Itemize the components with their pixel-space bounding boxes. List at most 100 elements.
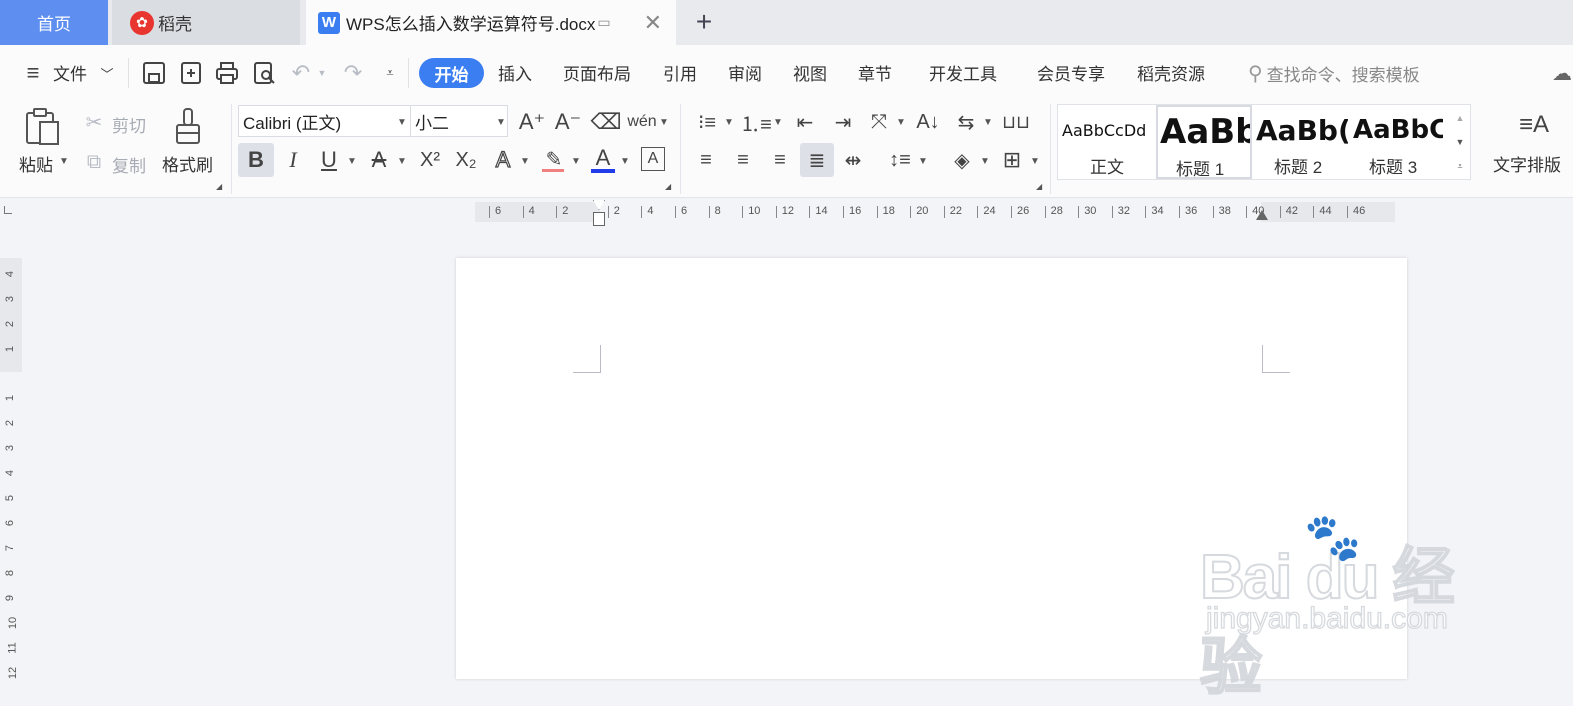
- font-color-dropdown-icon[interactable]: ▼: [620, 156, 630, 167]
- tab-review[interactable]: 审阅: [728, 60, 762, 85]
- pinyin-guide-icon[interactable]: wén: [627, 108, 657, 136]
- tab-daoke[interactable]: ✿ 稻壳: [112, 0, 300, 45]
- font-launcher-icon[interactable]: ◢: [665, 182, 671, 191]
- clear-formatting-icon[interactable]: ⌫: [590, 108, 621, 136]
- distribute-icon[interactable]: ⇹: [840, 145, 866, 175]
- paste-button[interactable]: 粘贴: [19, 151, 53, 176]
- style-heading-1[interactable]: AaBb 标题 1: [1156, 105, 1252, 179]
- italic-icon[interactable]: I: [280, 145, 306, 175]
- clipboard-launcher-icon[interactable]: ◢: [216, 182, 222, 191]
- align-center-icon[interactable]: ≡: [730, 145, 756, 175]
- shading-icon[interactable]: ◈: [948, 145, 976, 175]
- save-icon[interactable]: [141, 60, 167, 86]
- redo-icon[interactable]: ↷: [340, 60, 366, 86]
- copy-button[interactable]: 复制: [112, 152, 146, 177]
- tab-start[interactable]: 开始: [419, 58, 484, 88]
- copy-icon[interactable]: ⧉: [82, 150, 106, 174]
- vertical-ruler[interactable]: 4 3 2 1 1 2 3 4 5 6 7 8 9 10 11 12: [0, 258, 24, 679]
- right-indent-marker[interactable]: [1256, 210, 1268, 220]
- gallery-scroll-up-icon[interactable]: ▲: [1451, 107, 1469, 129]
- text-direction-icon[interactable]: ⤧: [865, 108, 893, 136]
- tab-page-layout[interactable]: 页面布局: [563, 60, 631, 85]
- line-spacing-icon[interactable]: ↕≡: [887, 145, 913, 175]
- increase-indent-icon[interactable]: ⇥: [829, 108, 857, 136]
- highlight-dropdown-icon[interactable]: ▼: [571, 156, 581, 167]
- hamburger-menu-icon[interactable]: ≡: [20, 60, 46, 86]
- bold-icon[interactable]: B: [238, 143, 274, 177]
- tab-chapter[interactable]: 章节: [858, 60, 892, 85]
- strikethrough-dropdown-icon[interactable]: ▼: [397, 156, 407, 167]
- format-painter-button[interactable]: 格式刷: [162, 151, 213, 176]
- chevron-down-icon[interactable]: ﹀: [98, 62, 116, 84]
- style-normal[interactable]: AaBbCcDd 正文: [1058, 105, 1155, 179]
- ruler-tick-label: 16: [849, 205, 862, 217]
- font-name-select[interactable]: Calibri (正文): [238, 105, 411, 137]
- tab-daoke-resources[interactable]: 稻壳资源: [1137, 60, 1205, 85]
- cut-button[interactable]: 剪切: [112, 112, 146, 137]
- tab-view[interactable]: 视图: [793, 60, 827, 85]
- export-pdf-icon[interactable]: [178, 60, 204, 86]
- show-paragraph-marks-icon[interactable]: ⇆: [952, 108, 980, 136]
- superscript-icon[interactable]: X²: [416, 145, 444, 175]
- font-name-dropdown-icon[interactable]: ▼: [397, 117, 407, 128]
- underline-dropdown-icon[interactable]: ▼: [347, 156, 357, 167]
- underline-icon[interactable]: U: [316, 145, 342, 175]
- tab-developer-tools[interactable]: 开发工具: [929, 60, 997, 85]
- text-effect-icon[interactable]: A: [490, 145, 516, 175]
- tab-home[interactable]: 首页: [0, 0, 108, 45]
- bullet-list-icon[interactable]: ⁝≡: [693, 108, 721, 136]
- align-right-icon[interactable]: ≡: [767, 145, 793, 175]
- tab-selector[interactable]: [4, 206, 12, 214]
- numbered-list-dropdown-icon[interactable]: ▼: [773, 117, 783, 128]
- horizontal-ruler[interactable]: 6 4 2 2 4 6 8 10 12 14 16 18 20 22 24 26 28 30 32 34 36 38 40 4…: [475, 200, 1395, 226]
- paste-dropdown-icon[interactable]: ▼: [59, 156, 69, 167]
- hanging-indent-marker[interactable]: [593, 212, 605, 226]
- text-direction-dropdown-icon[interactable]: ▼: [896, 117, 906, 128]
- new-tab-button[interactable]: +: [688, 6, 720, 38]
- cloud-icon[interactable]: ☁: [1552, 60, 1573, 86]
- tab-member[interactable]: 会员专享: [1037, 60, 1105, 85]
- gallery-scroll-down-icon[interactable]: ▼: [1451, 131, 1469, 153]
- character-border-icon[interactable]: A: [641, 147, 665, 171]
- increase-font-size-icon[interactable]: A⁺: [518, 108, 546, 136]
- scissors-icon[interactable]: ✂: [82, 110, 106, 134]
- print-preview-icon[interactable]: [251, 60, 277, 86]
- paste-icon[interactable]: [24, 106, 62, 146]
- borders-icon[interactable]: ⊞: [998, 145, 1026, 175]
- borders-dropdown-icon[interactable]: ▼: [1030, 156, 1040, 167]
- tab-insert[interactable]: 插入: [498, 60, 532, 85]
- tab-stops-icon[interactable]: ⊔⊔: [1001, 108, 1031, 136]
- print-icon[interactable]: [214, 60, 240, 86]
- style-heading-2[interactable]: AaBb( 标题 2: [1254, 105, 1350, 179]
- text-effect-dropdown-icon[interactable]: ▼: [520, 156, 530, 167]
- customize-toolbar-icon[interactable]: ⩡: [380, 62, 400, 84]
- monitor-icon[interactable]: ▭: [597, 14, 610, 31]
- shading-dropdown-icon[interactable]: ▼: [980, 156, 990, 167]
- format-painter-icon[interactable]: [172, 106, 206, 146]
- strikethrough-icon[interactable]: A: [366, 145, 392, 175]
- gallery-expand-icon[interactable]: ⩡: [1451, 155, 1469, 177]
- search-box[interactable]: ⚲ 查找命令、搜索模板: [1248, 58, 1508, 88]
- paragraph-launcher-icon[interactable]: ◢: [1036, 182, 1042, 191]
- style-heading-3[interactable]: AaBbC 标题 3: [1351, 105, 1445, 179]
- line-spacing-dropdown-icon[interactable]: ▼: [918, 156, 928, 167]
- pinyin-dropdown-icon[interactable]: ▼: [659, 117, 669, 128]
- decrease-indent-icon[interactable]: ⇤: [791, 108, 819, 136]
- undo-icon[interactable]: ↶: [288, 60, 314, 86]
- decrease-font-size-icon[interactable]: A⁻: [554, 108, 582, 136]
- align-left-icon[interactable]: ≡: [693, 145, 719, 175]
- font-size-dropdown-icon[interactable]: ▼: [496, 117, 506, 128]
- tab-document[interactable]: W WPS怎么插入数学运算符号.docx ▭ ✕: [306, 0, 676, 45]
- justify-icon[interactable]: ≣: [800, 143, 834, 177]
- menu-file[interactable]: 文件: [53, 60, 87, 85]
- undo-dropdown-icon[interactable]: ▼: [316, 64, 328, 82]
- sort-icon[interactable]: A↓: [914, 108, 942, 136]
- close-icon[interactable]: ✕: [644, 10, 662, 36]
- font-size-select[interactable]: 小二: [410, 105, 508, 137]
- paragraph-marks-dropdown-icon[interactable]: ▼: [983, 117, 993, 128]
- numbered-list-icon[interactable]: ⒈≡: [740, 108, 772, 136]
- bullet-list-dropdown-icon[interactable]: ▼: [724, 117, 734, 128]
- subscript-icon[interactable]: X₂: [452, 145, 480, 175]
- tab-references[interactable]: 引用: [663, 60, 697, 85]
- text-layout-button[interactable]: 文字排版: [1493, 151, 1561, 176]
